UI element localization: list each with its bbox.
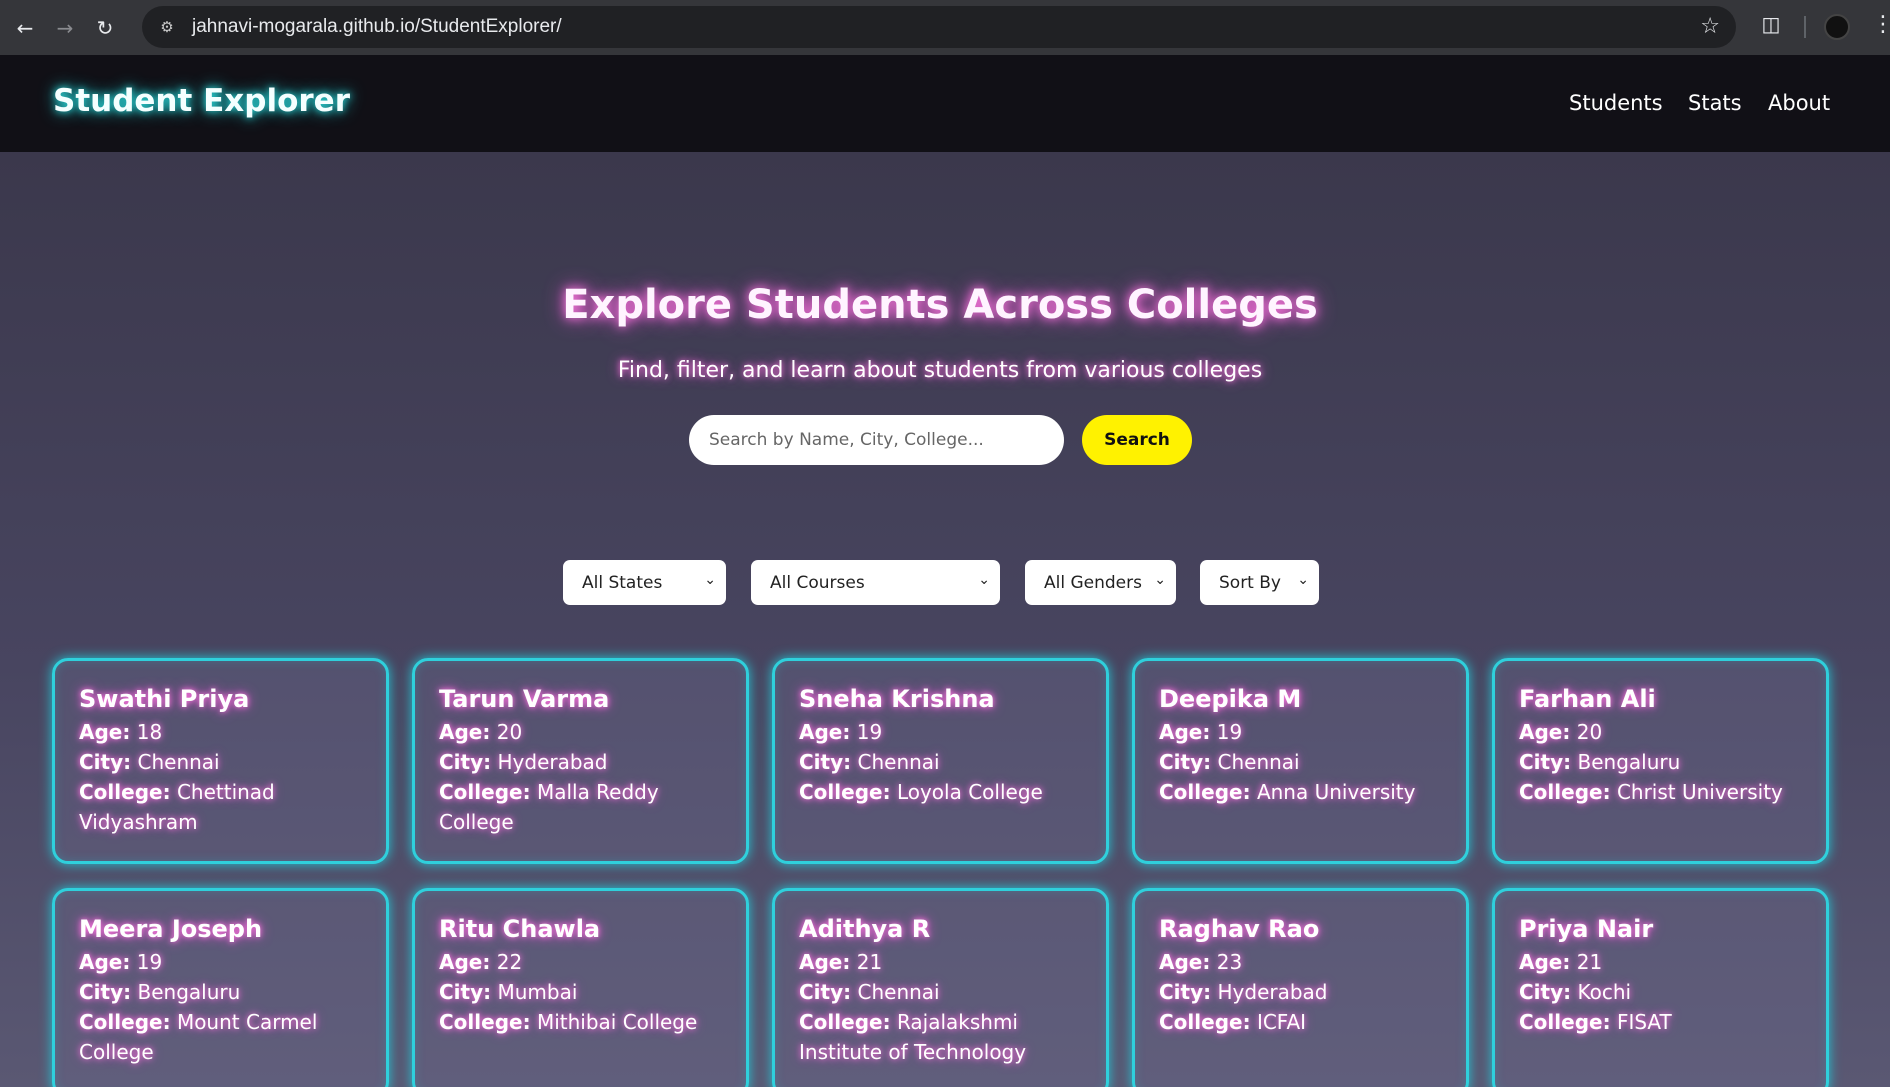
chevron-down-icon: ⌄ (1154, 572, 1166, 588)
back-icon[interactable]: ← (10, 13, 40, 43)
search-input[interactable] (689, 415, 1064, 465)
student-name: Priya Nair (1519, 915, 1654, 943)
sort-select[interactable]: Sort By ⌄ (1200, 560, 1319, 605)
student-city: City: Hyderabad (439, 750, 608, 774)
state-filter-value: All States (582, 572, 663, 593)
course-filter-value: All Courses (770, 572, 865, 593)
student-age: Age: 22 (439, 950, 523, 974)
student-college: College: Anna University (1159, 780, 1416, 804)
site-info-icon[interactable]: ⚙ (150, 10, 184, 44)
student-college: College: Loyola College (799, 780, 1043, 804)
student-card[interactable]: Adithya R Age: 21 City: Chennai College:… (772, 888, 1109, 1087)
student-city: City: Chennai (1159, 750, 1300, 774)
student-name: Deepika M (1159, 685, 1302, 713)
student-city: City: Bengaluru (79, 980, 241, 1004)
sort-value: Sort By (1219, 572, 1281, 593)
student-age: Age: 21 (1519, 950, 1603, 974)
site-header: Student Explorer Students Stats About (0, 55, 1890, 152)
nav-students[interactable]: Students (1569, 91, 1663, 115)
student-college: College: Chettinad Vidyashram (79, 780, 275, 834)
gender-filter-select[interactable]: All Genders ⌄ (1025, 560, 1176, 605)
student-name: Meera Joseph (79, 915, 263, 943)
state-filter-select[interactable]: All States ⌄ (563, 560, 726, 605)
student-city: City: Chennai (79, 750, 220, 774)
student-age: Age: 20 (439, 720, 523, 744)
student-card[interactable]: Farhan Ali Age: 20 City: Bengaluru Colle… (1492, 658, 1829, 864)
student-city: City: Mumbai (439, 980, 578, 1004)
student-name: Farhan Ali (1519, 685, 1656, 713)
student-card[interactable]: Priya Nair Age: 21 City: Kochi College: … (1492, 888, 1829, 1087)
student-age: Age: 19 (79, 950, 163, 974)
bookmark-star-icon[interactable]: ☆ (1700, 14, 1720, 39)
browser-toolbar: ← → ↻ ⚙ jahnavi-mogarala.github.io/Stude… (0, 0, 1890, 55)
toolbar-divider (1804, 16, 1806, 38)
student-city: City: Chennai (799, 980, 940, 1004)
student-college: College: ICFAI (1159, 1010, 1307, 1034)
student-city: City: Hyderabad (1159, 980, 1328, 1004)
gender-filter-value: All Genders (1044, 572, 1142, 593)
student-age: Age: 18 (79, 720, 163, 744)
search-button[interactable]: Search (1082, 415, 1192, 465)
student-age: Age: 19 (1159, 720, 1243, 744)
student-age: Age: 19 (799, 720, 883, 744)
student-college: College: Mithibai College (439, 1010, 698, 1034)
student-college: College: Christ University (1519, 780, 1783, 804)
brand-logo[interactable]: Student Explorer (53, 83, 350, 119)
nav-about[interactable]: About (1768, 91, 1830, 115)
student-city: City: Kochi (1519, 980, 1632, 1004)
hero-title: Explore Students Across Colleges (562, 282, 1318, 328)
student-card[interactable]: Swathi Priya Age: 18 City: Chennai Colle… (52, 658, 389, 864)
student-city: City: Chennai (799, 750, 940, 774)
profile-avatar[interactable] (1824, 14, 1850, 40)
student-age: Age: 23 (1159, 950, 1243, 974)
hero-subtitle: Find, filter, and learn about students f… (617, 358, 1263, 383)
extensions-icon[interactable]: ◫ (1758, 12, 1784, 38)
student-name: Adithya R (799, 915, 931, 943)
student-name: Raghav Rao (1159, 915, 1320, 943)
student-age: Age: 20 (1519, 720, 1603, 744)
student-card[interactable]: Tarun Varma Age: 20 City: Hyderabad Coll… (412, 658, 749, 864)
chevron-down-icon: ⌄ (1297, 572, 1309, 588)
student-card[interactable]: Sneha Krishna Age: 19 City: Chennai Coll… (772, 658, 1109, 864)
menu-kebab-icon[interactable]: ⋮ (1872, 12, 1890, 37)
student-card[interactable]: Meera Joseph Age: 19 City: Bengaluru Col… (52, 888, 389, 1087)
nav-stats[interactable]: Stats (1688, 91, 1742, 115)
student-name: Swathi Priya (79, 685, 250, 713)
student-card[interactable]: Ritu Chawla Age: 22 City: Mumbai College… (412, 888, 749, 1087)
main-content: Explore Students Across Colleges Find, f… (0, 152, 1890, 1087)
forward-icon[interactable]: → (50, 13, 80, 43)
student-name: Tarun Varma (439, 685, 610, 713)
student-name: Ritu Chawla (439, 915, 601, 943)
student-card[interactable]: Deepika M Age: 19 City: Chennai College:… (1132, 658, 1469, 864)
student-college: College: FISAT (1519, 1010, 1672, 1034)
chevron-down-icon: ⌄ (978, 572, 990, 588)
student-city: City: Bengaluru (1519, 750, 1681, 774)
student-card[interactable]: Raghav Rao Age: 23 City: Hyderabad Colle… (1132, 888, 1469, 1087)
reload-icon[interactable]: ↻ (90, 13, 120, 43)
student-name: Sneha Krishna (799, 685, 995, 713)
chevron-down-icon: ⌄ (704, 572, 716, 588)
student-age: Age: 21 (799, 950, 883, 974)
url-text[interactable]: jahnavi-mogarala.github.io/StudentExplor… (192, 16, 562, 38)
address-bar[interactable]: ⚙ jahnavi-mogarala.github.io/StudentExpl… (142, 6, 1736, 48)
student-college: College: Malla Reddy College (439, 780, 659, 834)
student-college: College: Mount Carmel College (79, 1010, 318, 1064)
student-college: College: Rajalakshmi Institute of Techno… (799, 1010, 1027, 1064)
course-filter-select[interactable]: All Courses ⌄ (751, 560, 1000, 605)
